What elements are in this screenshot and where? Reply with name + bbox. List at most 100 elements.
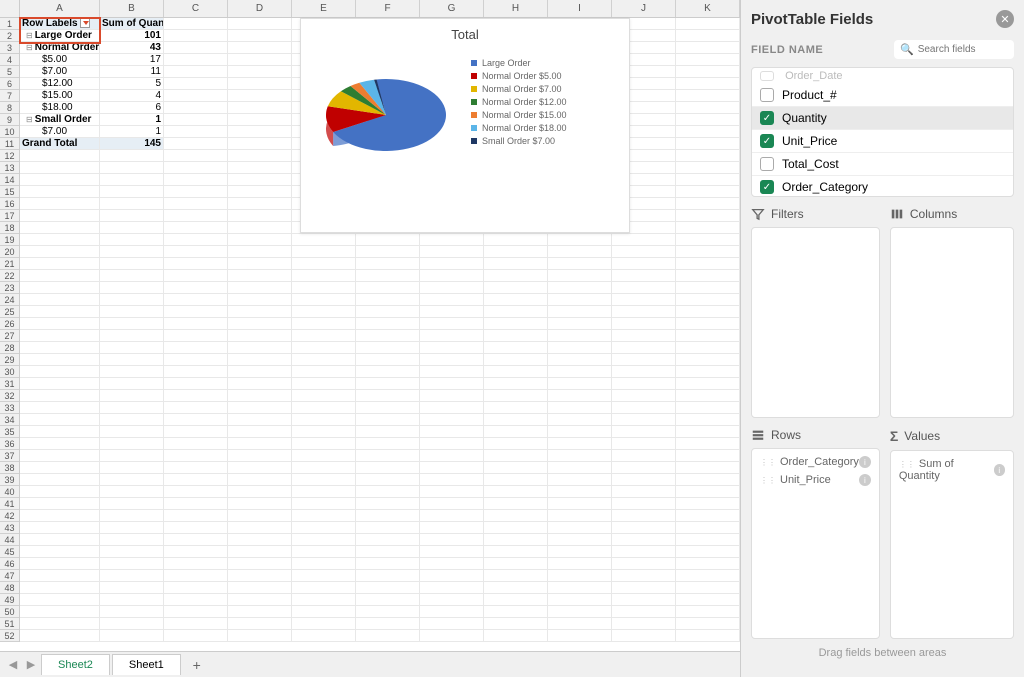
cell[interactable]	[228, 318, 292, 330]
cell[interactable]	[292, 618, 356, 630]
cell[interactable]	[164, 30, 228, 42]
cell[interactable]	[676, 522, 740, 534]
cell[interactable]	[548, 282, 612, 294]
cell[interactable]	[612, 246, 676, 258]
cell[interactable]	[676, 606, 740, 618]
cell[interactable]: 1	[100, 114, 164, 126]
select-all-corner[interactable]	[0, 0, 20, 17]
cell[interactable]	[484, 474, 548, 486]
cell[interactable]	[100, 546, 164, 558]
cell[interactable]	[164, 306, 228, 318]
cell[interactable]	[164, 294, 228, 306]
row-header-51[interactable]: 51	[0, 618, 19, 630]
cell[interactable]	[164, 534, 228, 546]
cell[interactable]	[164, 126, 228, 138]
cell[interactable]: 43	[100, 42, 164, 54]
cell[interactable]	[292, 234, 356, 246]
row-header-1[interactable]: 1	[0, 18, 19, 30]
cell[interactable]	[484, 438, 548, 450]
cell[interactable]	[356, 486, 420, 498]
cell[interactable]	[420, 594, 484, 606]
cell[interactable]	[164, 138, 228, 150]
tab-next[interactable]: ▶	[22, 656, 40, 674]
cell[interactable]	[420, 558, 484, 570]
area-item[interactable]: ⋮⋮Unit_Pricei	[756, 471, 875, 489]
cell[interactable]	[676, 438, 740, 450]
cell[interactable]	[292, 594, 356, 606]
row-header-3[interactable]: 3	[0, 42, 19, 54]
cell[interactable]	[164, 54, 228, 66]
cell[interactable]	[164, 210, 228, 222]
cell[interactable]	[164, 450, 228, 462]
cell[interactable]: 17	[100, 54, 164, 66]
row-header-38[interactable]: 38	[0, 462, 19, 474]
cell[interactable]	[292, 438, 356, 450]
cell[interactable]	[228, 42, 292, 54]
cell[interactable]: 5	[100, 78, 164, 90]
search-input[interactable]	[918, 44, 1008, 55]
cell[interactable]	[484, 342, 548, 354]
cell[interactable]	[228, 390, 292, 402]
cell[interactable]	[420, 234, 484, 246]
cell[interactable]	[20, 486, 100, 498]
cell[interactable]	[20, 174, 100, 186]
cell[interactable]	[548, 486, 612, 498]
cell[interactable]	[164, 510, 228, 522]
col-header-D[interactable]: D	[228, 0, 292, 17]
cell[interactable]	[20, 306, 100, 318]
cell[interactable]	[292, 558, 356, 570]
cell[interactable]	[676, 582, 740, 594]
cell[interactable]	[676, 234, 740, 246]
row-header-32[interactable]: 32	[0, 390, 19, 402]
cell[interactable]	[484, 234, 548, 246]
cell[interactable]	[292, 486, 356, 498]
cell[interactable]	[100, 186, 164, 198]
cell[interactable]	[356, 330, 420, 342]
col-header-B[interactable]: B	[100, 0, 164, 17]
cell[interactable]	[292, 474, 356, 486]
cell[interactable]	[164, 42, 228, 54]
col-header-E[interactable]: E	[292, 0, 356, 17]
cell[interactable]	[292, 354, 356, 366]
cell[interactable]	[356, 294, 420, 306]
cell[interactable]	[164, 90, 228, 102]
field-item-Order_Category[interactable]: ✓Order_Category	[752, 176, 1013, 197]
cell[interactable]	[164, 330, 228, 342]
cell[interactable]	[292, 282, 356, 294]
cell[interactable]	[228, 570, 292, 582]
search-fields-box[interactable]: 🔍	[894, 40, 1014, 59]
cell[interactable]	[100, 462, 164, 474]
cell[interactable]	[612, 270, 676, 282]
cell[interactable]	[292, 426, 356, 438]
cell[interactable]	[420, 258, 484, 270]
cell[interactable]	[420, 378, 484, 390]
cell[interactable]	[484, 318, 548, 330]
cell[interactable]	[100, 198, 164, 210]
cell[interactable]	[20, 558, 100, 570]
cell[interactable]	[20, 366, 100, 378]
cell[interactable]	[420, 570, 484, 582]
cell[interactable]	[100, 582, 164, 594]
cell[interactable]	[228, 378, 292, 390]
cell[interactable]	[548, 414, 612, 426]
cell[interactable]	[292, 258, 356, 270]
cell[interactable]	[356, 402, 420, 414]
cell[interactable]	[164, 270, 228, 282]
row-header-40[interactable]: 40	[0, 486, 19, 498]
cell[interactable]	[20, 210, 100, 222]
cell[interactable]	[676, 258, 740, 270]
cell[interactable]	[484, 630, 548, 642]
cell[interactable]	[420, 474, 484, 486]
cell[interactable]	[420, 618, 484, 630]
cell[interactable]	[292, 522, 356, 534]
cell[interactable]	[484, 390, 548, 402]
cell[interactable]	[548, 234, 612, 246]
cell[interactable]	[228, 54, 292, 66]
cell[interactable]	[420, 270, 484, 282]
cell[interactable]	[100, 366, 164, 378]
row-header-21[interactable]: 21	[0, 258, 19, 270]
cell[interactable]	[228, 138, 292, 150]
row-header-31[interactable]: 31	[0, 378, 19, 390]
cell[interactable]	[292, 390, 356, 402]
cell[interactable]	[548, 498, 612, 510]
